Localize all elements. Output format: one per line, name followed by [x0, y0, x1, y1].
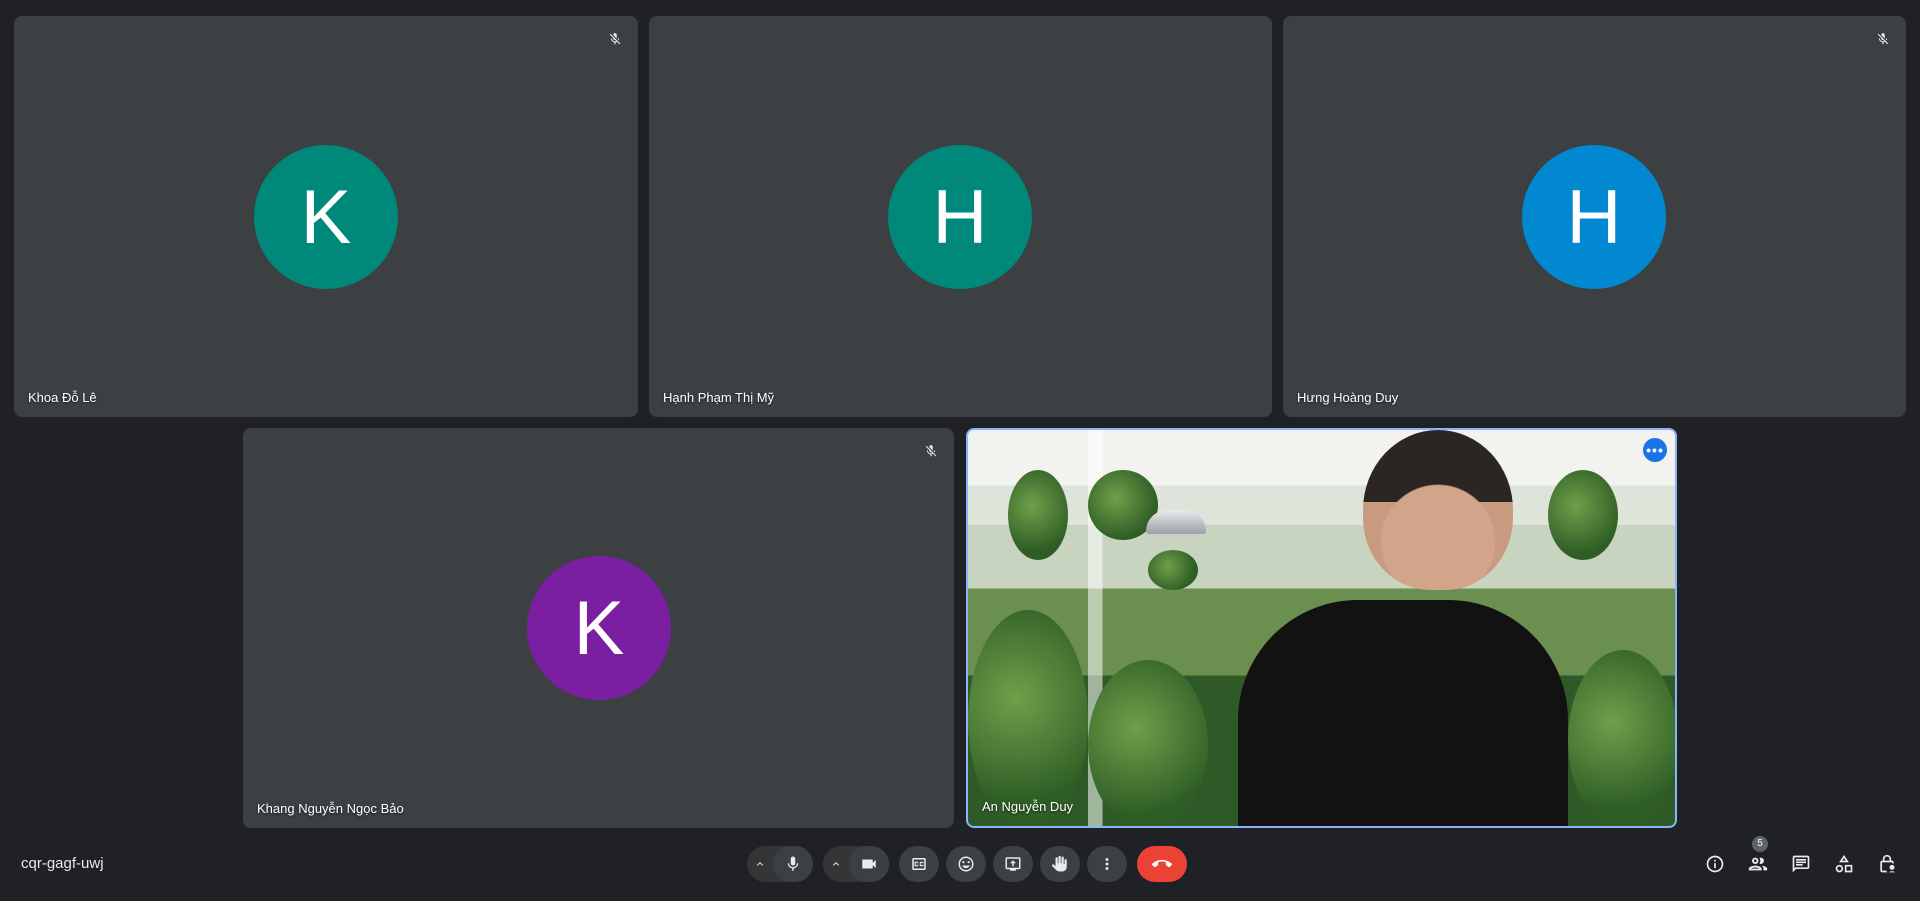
lock-person-icon: [1880, 854, 1895, 873]
end-call-button[interactable]: [1137, 846, 1187, 882]
participant-tile[interactable]: H Hưng Hoàng Duy: [1283, 16, 1906, 417]
meeting-code: cqr-gagf-uwj: [21, 855, 104, 872]
participant-tile[interactable]: H Hạnh Phạm Thị Mỹ: [649, 16, 1272, 417]
more-options-button[interactable]: [1087, 846, 1127, 882]
activities-button[interactable]: [1829, 849, 1859, 879]
present-button[interactable]: [993, 846, 1033, 882]
mic-off-icon: [602, 26, 628, 52]
chat-button[interactable]: [1786, 849, 1816, 879]
participant-tile[interactable]: K Khoa Đỗ Lê: [14, 16, 638, 417]
people-count-badge: 5: [1752, 836, 1768, 852]
captions-button[interactable]: [899, 846, 939, 882]
participant-name: Hưng Hoàng Duy: [1297, 390, 1399, 405]
participant-avatar: H: [1522, 145, 1666, 289]
chat-icon: [1792, 855, 1810, 873]
chevron-up-icon: [757, 862, 763, 866]
mic-button[interactable]: [773, 846, 813, 882]
audio-options-button[interactable]: [747, 846, 773, 882]
info-icon: [1706, 855, 1724, 873]
meeting-details-button[interactable]: [1700, 849, 1730, 879]
self-view-tile[interactable]: ••• An Nguyễn Duy: [966, 428, 1677, 828]
host-controls-button[interactable]: [1872, 849, 1902, 879]
participant-name: Hạnh Phạm Thị Mỹ: [663, 390, 775, 405]
video-background: [968, 430, 1675, 826]
participant-avatar: K: [254, 145, 398, 289]
mic-control-group: [747, 846, 813, 882]
people-button[interactable]: 5: [1743, 836, 1773, 879]
camera-button[interactable]: [849, 846, 889, 882]
call-end-icon: [1152, 859, 1172, 868]
mic-icon: [787, 856, 799, 871]
camera-control-group: [823, 846, 889, 882]
participant-avatar: K: [527, 556, 671, 700]
participant-name: Khang Nguyễn Ngọc Bảo: [257, 801, 404, 816]
mic-off-icon: [918, 438, 944, 464]
participant-avatar: H: [888, 145, 1032, 289]
participant-name: Khoa Đỗ Lê: [28, 390, 97, 405]
chevron-up-icon: [833, 862, 839, 866]
video-options-button[interactable]: [823, 846, 849, 882]
present-screen-icon: [1005, 857, 1021, 871]
raise-hand-icon: [1051, 855, 1067, 872]
participant-name: An Nguyễn Duy: [982, 799, 1074, 814]
activities-icon: [1835, 854, 1853, 873]
people-icon: [1748, 857, 1768, 871]
more-horiz-icon: •••: [1646, 442, 1664, 458]
videocam-icon: [862, 859, 876, 869]
reactions-button[interactable]: [946, 846, 986, 882]
raise-hand-button[interactable]: [1040, 846, 1080, 882]
closed-caption-icon: [912, 858, 926, 870]
more-options-button[interactable]: •••: [1643, 438, 1667, 462]
more-vert-icon: [1105, 858, 1109, 870]
participant-tile[interactable]: K Khang Nguyễn Ngọc Bảo: [243, 428, 954, 828]
emoji-icon: [958, 856, 974, 872]
mic-off-icon: [1870, 26, 1896, 52]
